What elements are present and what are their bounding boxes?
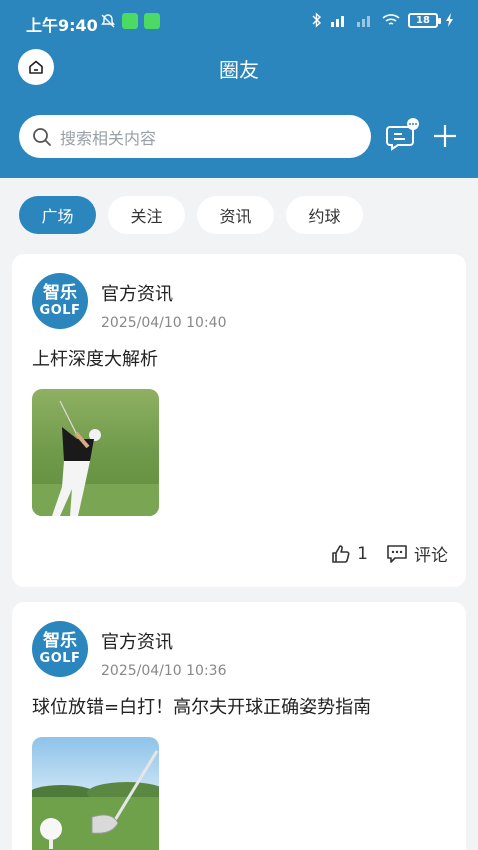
avatar-line2: GOLF [39,303,81,318]
avatar-line1: 智乐 [43,283,77,303]
app-notification-icon [122,13,138,29]
search-icon [33,127,51,146]
like-button[interactable]: 1 [331,544,368,564]
message-icon[interactable] [386,118,420,152]
battery-icon: 18 [408,12,441,28]
charging-icon [446,13,453,27]
mute-bell-icon [101,14,115,28]
tab-follow[interactable]: 关注 [108,196,185,234]
category-tabs: 广场 关注 资讯 约球 [19,196,363,234]
comment-button[interactable]: 评论 [386,541,448,566]
avatar[interactable]: 智乐 GOLF [32,621,88,677]
thumbs-up-icon [332,544,350,563]
bluetooth-icon [312,12,322,28]
page-title: 圈友 [219,58,259,82]
post-time: 2025/04/10 10:36 [101,663,227,679]
avatar[interactable]: 智乐 GOLF [32,273,88,329]
tab-booking[interactable]: 约球 [286,196,363,234]
golfer-swing-photo[interactable] [32,389,159,516]
post-time: 2025/04/10 10:40 [101,315,227,331]
post-actions: 1 评论 [331,541,448,566]
status-right-icons: 18 [312,12,454,28]
wifi-icon [382,14,400,25]
avatar-line2: GOLF [39,651,81,666]
post-card[interactable]: 智乐 GOLF 官方资讯 2025/04/10 10:36 球位放错=白打！高尔… [12,602,466,850]
app-header: 上午9:40 18 圈友 搜索相关内容 [0,0,478,178]
status-time: 上午9:40 [26,16,98,35]
avatar-line1: 智乐 [43,631,77,651]
app-notification-icon-2 [144,13,160,29]
signal-icon [331,16,344,27]
search-placeholder: 搜索相关内容 [60,128,157,148]
signal-icon-2 [357,16,370,27]
comment-label: 评论 [414,546,448,566]
post-card[interactable]: 智乐 GOLF 官方资讯 2025/04/10 10:40 上杆深度大解析 1 … [12,254,466,587]
golf-ball-tee-photo[interactable] [32,737,159,850]
comment-icon [387,544,407,563]
status-left-icons [100,13,160,29]
post-author[interactable]: 官方资讯 [101,628,173,654]
add-post-icon[interactable] [432,123,458,149]
post-title[interactable]: 上杆深度大解析 [32,345,158,371]
status-bar: 上午9:40 18 [0,0,478,44]
tab-news[interactable]: 资讯 [197,196,274,234]
post-title[interactable]: 球位放错=白打！高尔夫开球正确姿势指南 [32,693,371,719]
like-count: 1 [357,543,368,564]
tab-plaza[interactable]: 广场 [19,196,96,234]
search-input[interactable]: 搜索相关内容 [19,115,371,158]
post-author[interactable]: 官方资讯 [101,280,173,306]
